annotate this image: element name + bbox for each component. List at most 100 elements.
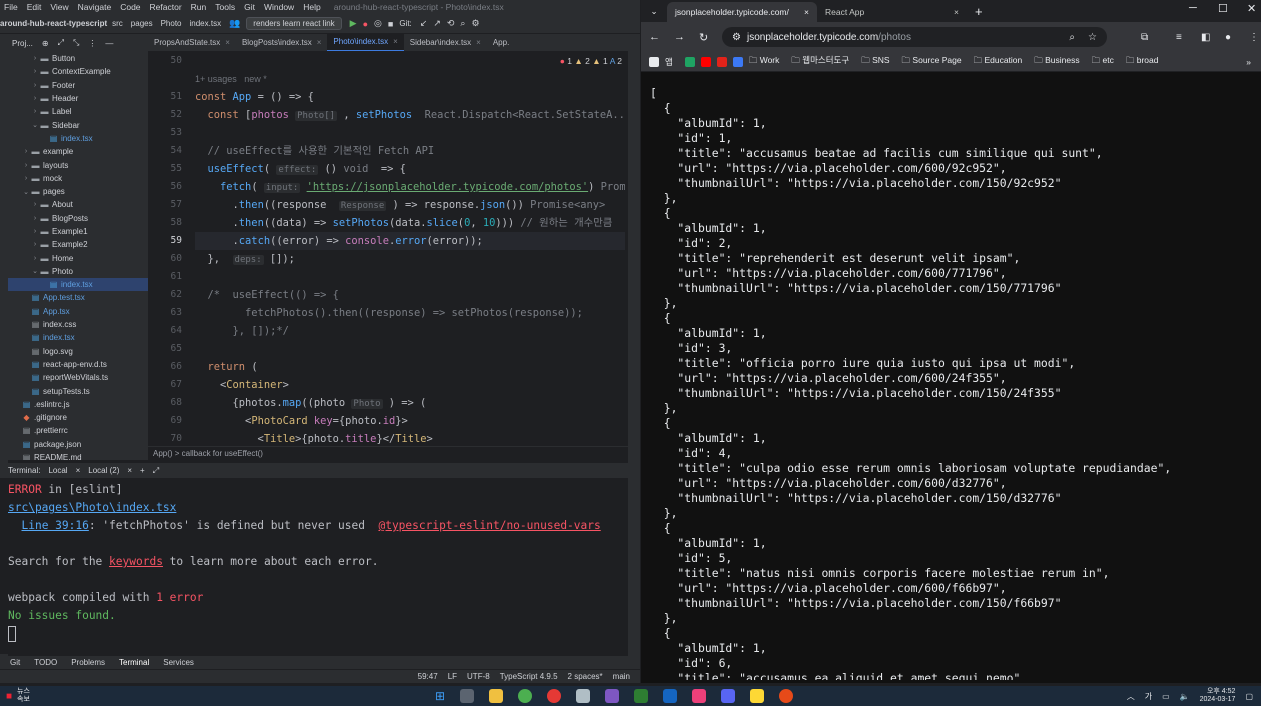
chevron-right-icon[interactable]: › — [31, 215, 39, 222]
debug-icon[interactable]: ● — [363, 19, 368, 29]
chrome-icon[interactable] — [518, 689, 532, 703]
line-number[interactable]: 52 — [148, 106, 182, 124]
menu-window[interactable]: Window — [264, 2, 294, 12]
chevron-right-icon[interactable]: › — [31, 108, 39, 115]
usage-hint[interactable]: 1+ usages new * — [195, 74, 267, 84]
close-icon[interactable]: × — [317, 38, 322, 47]
tree-item[interactable]: ▤ index.tsx — [8, 132, 148, 145]
bookmark-favicon[interactable] — [716, 56, 727, 67]
git-push-icon[interactable]: ↗ — [433, 18, 441, 29]
line-number[interactable]: 55 — [148, 160, 182, 178]
close-icon[interactable]: × — [225, 38, 230, 47]
menu-help[interactable]: Help — [303, 2, 320, 12]
crumb-pages[interactable]: pages — [131, 19, 153, 28]
language-service[interactable]: TypeScript 4.9.5 — [500, 672, 558, 681]
tree-item[interactable]: › ▬ Example1 — [8, 225, 148, 238]
menu-tools[interactable]: Tools — [215, 2, 235, 12]
indent-setting[interactable]: 2 spaces* — [568, 672, 603, 681]
minimize-icon[interactable]: ─ — [1189, 2, 1197, 14]
notification-icon[interactable]: ▢ — [1245, 692, 1253, 701]
tree-item[interactable]: ▤ index.css — [8, 318, 148, 331]
run-config-select[interactable]: renders learn react link — [246, 17, 342, 30]
close-icon[interactable]: × — [76, 466, 81, 475]
tree-item[interactable]: › ▬ About — [8, 198, 148, 211]
chevron-down-icon[interactable]: ⌄ — [31, 121, 39, 129]
menu-file[interactable]: File — [4, 2, 18, 12]
zoom-icon[interactable]: ⌕ — [1069, 32, 1075, 43]
tree-item[interactable]: ◆ .gitignore — [8, 411, 148, 424]
add-terminal-icon[interactable]: + — [140, 466, 145, 475]
tab-terminal-local-2[interactable]: Local (2) — [88, 466, 119, 475]
back-icon[interactable]: ← — [649, 31, 660, 43]
bookmark-star-icon[interactable]: ☆ — [1088, 32, 1097, 43]
code-area[interactable]: 1+ usages new * const App = () => { cons… — [195, 52, 625, 446]
editor-breadcrumb[interactable]: App() > callback for useEffect() — [148, 446, 628, 460]
profile-icon[interactable]: ● — [1225, 32, 1231, 43]
crumb-photo[interactable]: Photo — [161, 19, 182, 28]
tool-todo[interactable]: TODO — [34, 658, 57, 667]
stop-icon[interactable]: ■ — [388, 19, 393, 29]
file-explorer-icon[interactable] — [489, 689, 503, 703]
webstorm-icon[interactable] — [663, 689, 677, 703]
side-panel-icon[interactable]: ◧ — [1201, 32, 1210, 43]
mail-icon[interactable] — [576, 689, 590, 703]
expand-icon[interactable]: ⤢ — [153, 466, 159, 476]
tree-item[interactable]: › ▬ ContextExample — [8, 65, 148, 78]
news-widget-icon[interactable]: ■ — [6, 691, 12, 702]
chevron-right-icon[interactable]: › — [31, 201, 39, 208]
chevron-right-icon[interactable]: › — [31, 55, 39, 62]
project-name[interactable]: around-hub-react-typescript — [0, 19, 107, 28]
git-update-icon[interactable]: ↙ — [420, 18, 428, 29]
line-number[interactable]: 58 — [148, 214, 182, 232]
line-number[interactable]: 67 — [148, 376, 182, 394]
menu-view[interactable]: View — [50, 2, 68, 12]
line-number[interactable] — [148, 70, 182, 88]
tree-item[interactable]: ⌄ ▬ Sidebar — [8, 118, 148, 131]
coverage-icon[interactable]: ◎ — [374, 18, 382, 29]
project-panel-label[interactable]: Proj... — [12, 39, 33, 48]
tool-terminal[interactable]: Terminal — [119, 658, 149, 667]
bookmark-favicon[interactable] — [732, 56, 743, 67]
ime-indicator[interactable]: 가 — [1145, 691, 1152, 702]
app-icon[interactable] — [605, 689, 619, 703]
tree-item[interactable]: ▤ .prettierrc — [8, 424, 148, 437]
tree-item[interactable]: › ▬ Button — [8, 52, 148, 65]
reload-icon[interactable]: ↻ — [699, 31, 708, 44]
kakaotalk-icon[interactable] — [750, 689, 764, 703]
file-encoding[interactable]: UTF-8 — [467, 672, 490, 681]
bookmark-favicon[interactable] — [700, 56, 711, 67]
bookmark-folder-broad[interactable]: 🗀 broad — [1126, 55, 1159, 69]
tab-blogposts[interactable]: BlogPosts\index.tsx × — [236, 34, 327, 51]
tree-item[interactable]: ▤ logo.svg — [8, 345, 148, 358]
clock[interactable]: 오후 4:52 2024-03-17 — [1200, 688, 1236, 704]
tree-item[interactable]: › ▬ Footer — [8, 79, 148, 92]
bookmark-folder-work[interactable]: 🗀 Work — [749, 55, 780, 69]
crumb-file[interactable]: index.tsx — [190, 19, 222, 28]
tab-terminal-local[interactable]: Local — [48, 466, 67, 475]
close-icon[interactable]: × — [954, 7, 959, 17]
tab-props-and-state[interactable]: PropsAndState.tsx × — [148, 34, 236, 51]
json-response-body[interactable]: [ { "albumId": 1, "id": 1, "title": "acc… — [650, 86, 1250, 680]
line-number[interactable]: 63 — [148, 304, 182, 322]
chevron-right-icon[interactable]: › — [22, 148, 30, 155]
task-view-icon[interactable] — [460, 689, 474, 703]
chevron-right-icon[interactable]: › — [31, 241, 39, 248]
line-number[interactable]: 68 — [148, 394, 182, 412]
extensions-icon[interactable]: ⧉ — [1141, 32, 1148, 43]
menu-refactor[interactable]: Refactor — [150, 2, 182, 12]
close-icon[interactable]: × — [804, 7, 809, 17]
address-bar[interactable]: ⚙ jsonplaceholder.typicode.com/photos ⌕ … — [722, 27, 1107, 47]
tab-app[interactable]: App. — [487, 34, 515, 51]
line-number[interactable]: 57 — [148, 196, 182, 214]
tree-item[interactable]: › ▬ layouts — [8, 158, 148, 171]
line-number[interactable]: 70 — [148, 430, 182, 446]
line-number[interactable]: 50 — [148, 52, 182, 70]
user-icon[interactable]: 👥 — [229, 18, 240, 29]
chevron-down-icon[interactable]: ⌄ — [22, 188, 30, 196]
run-icon[interactable]: ▶ — [350, 18, 357, 29]
close-icon[interactable]: × — [393, 37, 398, 46]
media-player-icon[interactable] — [547, 689, 561, 703]
line-number[interactable]: 66 — [148, 358, 182, 376]
bookmark-folder-etc[interactable]: 🗀 etc — [1092, 55, 1114, 69]
tree-item[interactable]: ▤ index.tsx — [8, 331, 148, 344]
